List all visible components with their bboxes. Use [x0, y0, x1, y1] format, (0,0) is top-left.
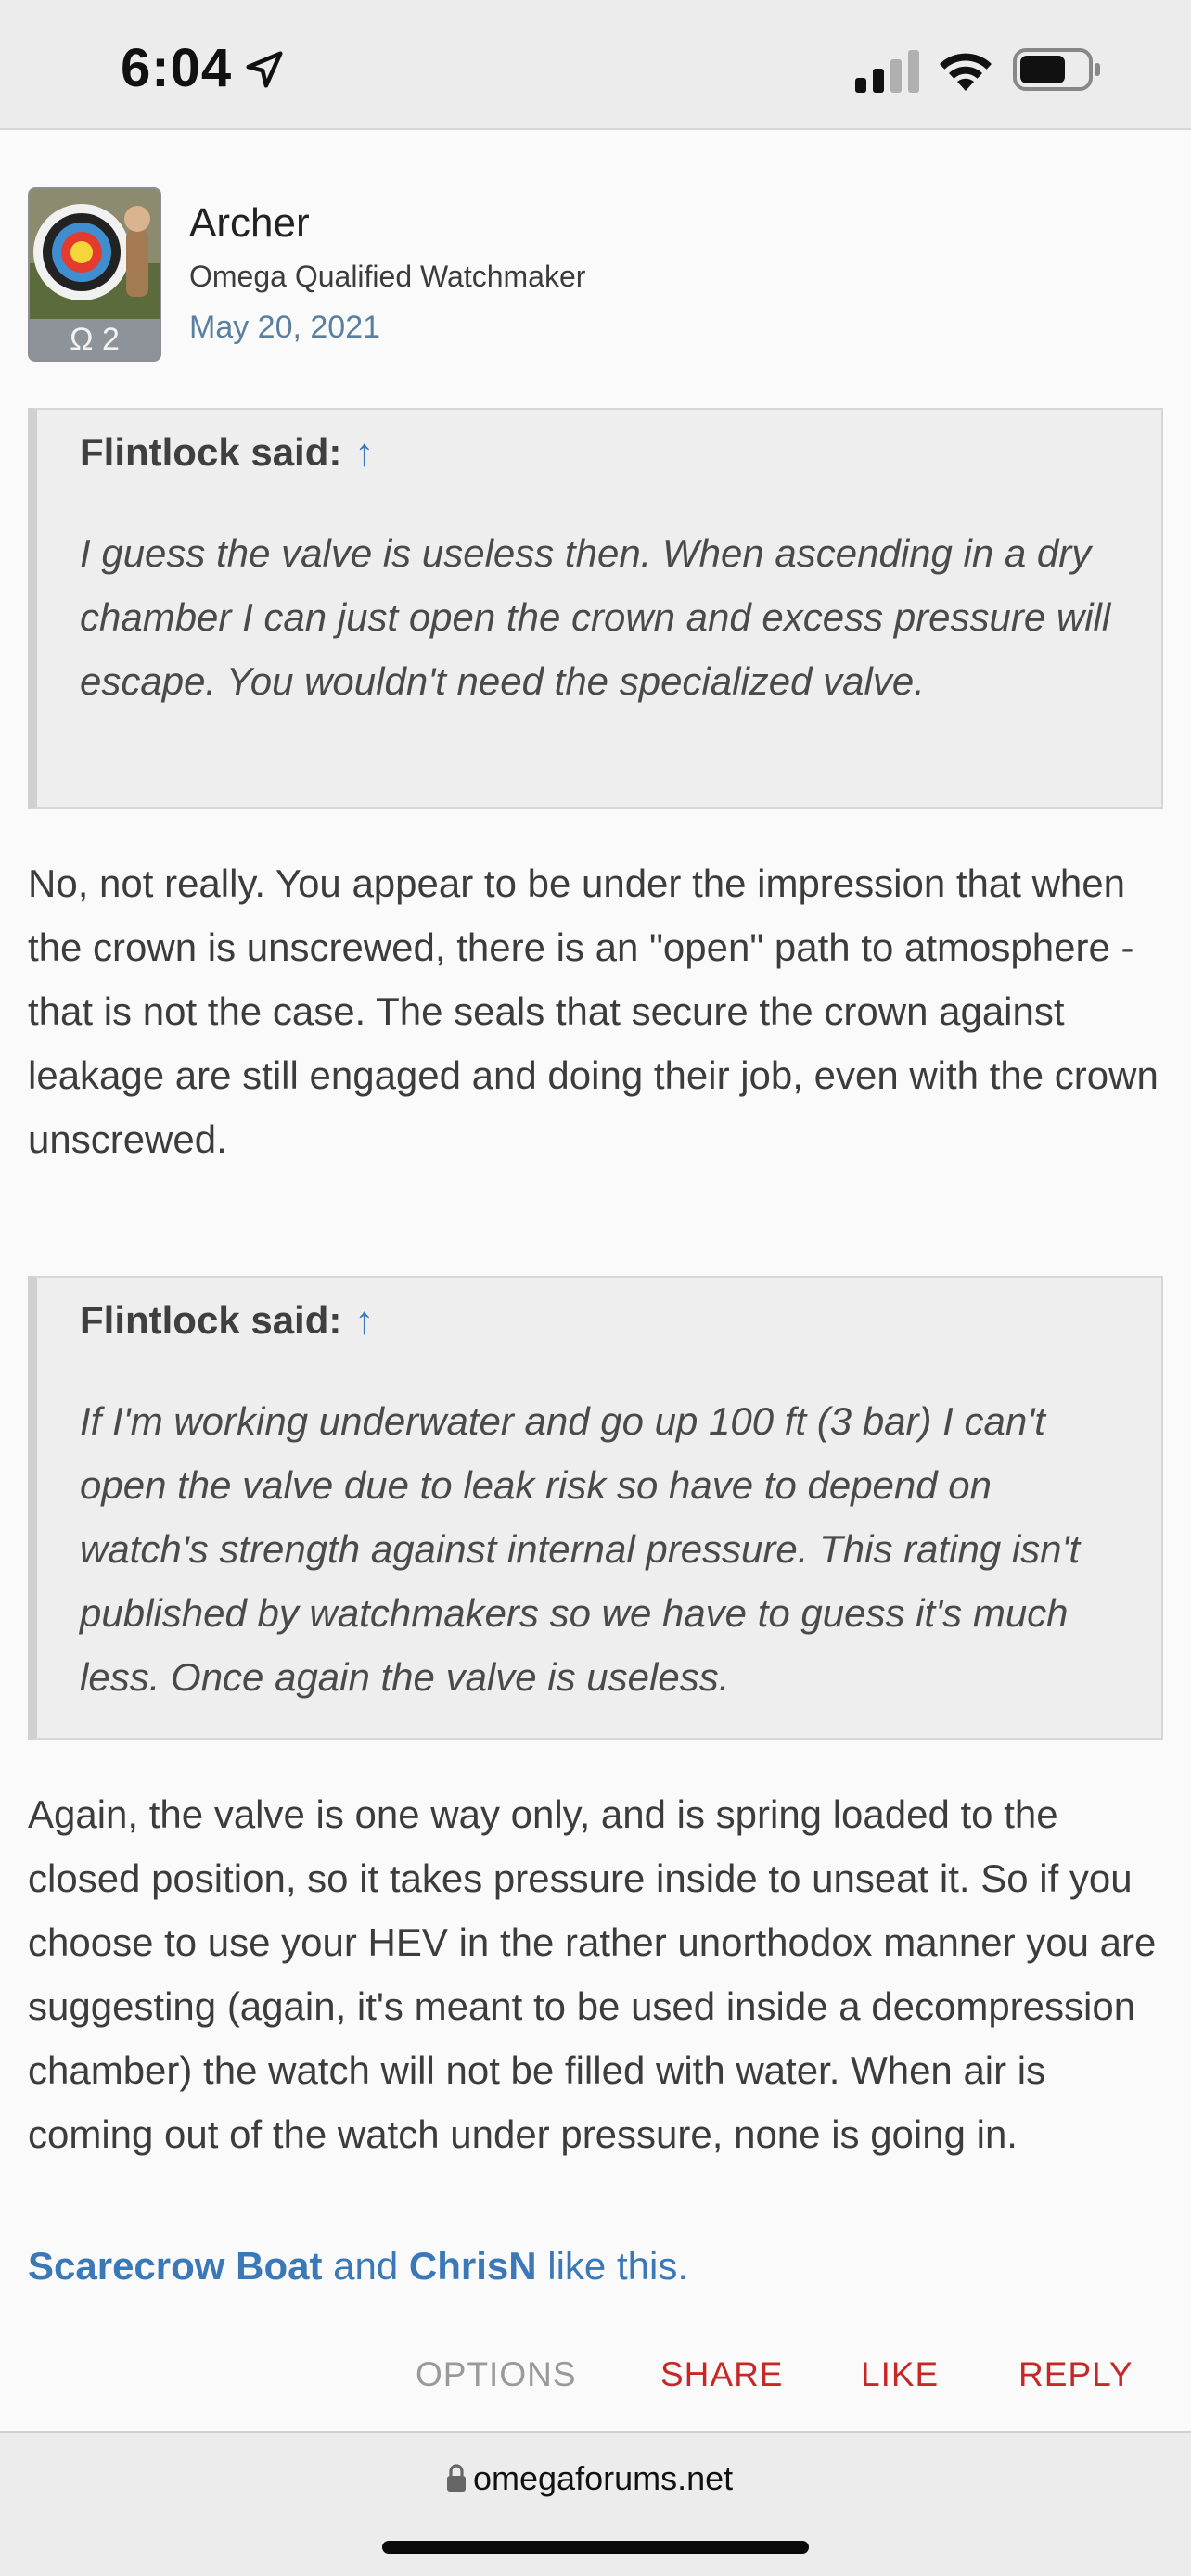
browser-bar: omegaforums.net [0, 2431, 1191, 2576]
likes-suffix: like this. [547, 2244, 688, 2288]
quote-author: Flintlock said: [80, 430, 342, 474]
quote-author: Flintlock said: [80, 1298, 342, 1342]
likes-summary: Scarecrow Boat and ChrisN like this. [28, 2244, 688, 2289]
quote-attribution: Flintlock said: ↑ [80, 1298, 374, 1343]
status-bar: 6:04 [0, 0, 1191, 130]
post-date[interactable]: May 20, 2021 [189, 310, 380, 346]
author-name[interactable]: Archer [189, 200, 310, 247]
quote-text: If I'm working underwater and go up 100 … [80, 1399, 1081, 1699]
address-bar-url[interactable]: omegaforums.net [473, 2459, 733, 2498]
signal-icon [855, 50, 919, 93]
battery-icon [1013, 48, 1100, 91]
home-indicator[interactable] [382, 2541, 809, 2554]
jump-to-quote-icon[interactable]: ↑ [354, 1298, 374, 1342]
quote-attribution: Flintlock said: ↑ [80, 430, 374, 475]
wifi-icon [940, 53, 992, 91]
quote-block: Flintlock said: ↑ If I'm working underwat… [28, 1276, 1163, 1740]
author-title: Omega Qualified Watchmaker [189, 260, 586, 293]
like-button[interactable]: LIKE [861, 2355, 939, 2394]
lock-icon [447, 2464, 466, 2492]
avatar-badge: Ω 2 [30, 319, 160, 360]
share-button[interactable]: SHARE [660, 2355, 783, 2394]
status-time: 6:04 [121, 38, 233, 98]
post-paragraph: Again, the valve is one way only, and is… [28, 1792, 1157, 2156]
quote-text: I guess the valve is useless then. When … [80, 531, 1111, 703]
liker-link[interactable]: ChrisN [409, 2244, 537, 2288]
location-arrow-icon [246, 51, 283, 88]
post-actions: OPTIONS SHARE LIKE REPLY [0, 2355, 1191, 2411]
likes-joiner: and [333, 2244, 399, 2288]
liker-link[interactable]: Scarecrow Boat [28, 2244, 322, 2288]
reply-button[interactable]: REPLY [1018, 2355, 1133, 2394]
avatar[interactable]: Ω 2 [28, 187, 161, 362]
jump-to-quote-icon[interactable]: ↑ [354, 430, 374, 474]
post-paragraph: No, not really. You appear to be under t… [28, 861, 1159, 1161]
avatar-image [30, 189, 160, 319]
quote-block: Flintlock said: ↑ I guess the valve is us… [28, 408, 1163, 809]
options-button[interactable]: OPTIONS [416, 2355, 577, 2394]
